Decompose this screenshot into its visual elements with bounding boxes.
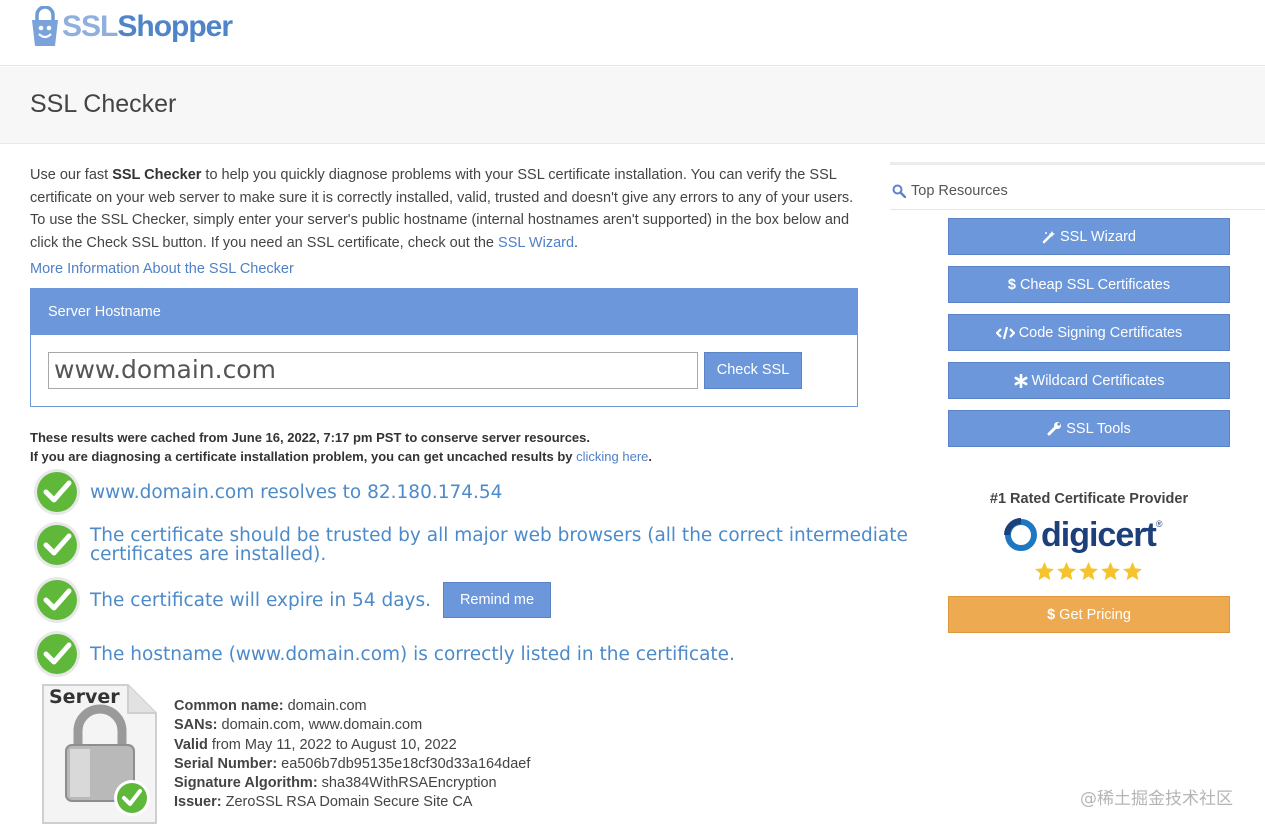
- sidebar-code-signing-label: Code Signing Certificates: [1018, 324, 1183, 341]
- star-icon: [1123, 562, 1142, 581]
- site-logo[interactable]: SSL Shopper: [30, 4, 233, 50]
- more-info-link[interactable]: More Information About the SSL Checker: [30, 261, 294, 277]
- signature-value: sha384WithRSAEncryption: [317, 775, 497, 792]
- check-ssl-button[interactable]: Check SSL: [704, 352, 802, 389]
- logo-shopper-text: Shopper: [117, 10, 233, 43]
- site-header: SSL Shopper: [0, 0, 1265, 66]
- green-check-icon: [34, 522, 80, 568]
- asterisk-icon: [1014, 373, 1028, 388]
- result-hostname-text: The hostname (www.domain.com) is correct…: [90, 643, 735, 665]
- cached-notice: These results were cached from June 16, …: [30, 428, 652, 466]
- server-certificate-image: Server: [40, 683, 158, 825]
- detail-serial: Serial Number: ea506b7db95135e18cf30d33a…: [174, 755, 530, 774]
- result-trusted-line-1: The certificate should be trusted by all…: [90, 525, 908, 546]
- top-resources-heading: Top Resources: [890, 165, 1265, 210]
- ssl-wizard-link[interactable]: SSL Wizard: [498, 235, 574, 251]
- certificate-details: Common name: domain.com SANs: domain.com…: [174, 697, 530, 813]
- common-name-label: Common name:: [174, 698, 284, 714]
- page-title: SSL Checker: [30, 90, 177, 118]
- shopping-bag-lock-icon: [32, 6, 58, 46]
- cached-line-2-prefix: If you are diagnosing a certificate inst…: [30, 449, 577, 464]
- issuer-value: ZeroSSL RSA Domain Secure Site CA: [221, 794, 473, 811]
- result-trusted-line-2: certificates are installed).: [90, 544, 327, 565]
- intro-text-3: .: [574, 234, 579, 251]
- common-name-value: domain.com: [283, 698, 367, 714]
- code-icon: [995, 326, 1015, 340]
- sidebar-ssl-wizard-button[interactable]: SSL Wizard: [948, 218, 1230, 255]
- issuer-label: Issuer:: [174, 794, 222, 811]
- valid-label: Valid: [174, 736, 208, 753]
- valid-value: from May 11, 2022 to August 10, 2022: [207, 736, 457, 753]
- star-icon: [1101, 562, 1120, 581]
- clicking-here-link[interactable]: clicking here: [576, 449, 648, 464]
- title-band: SSL Checker: [0, 67, 1265, 144]
- server-hostname-heading: Server Hostname: [31, 289, 857, 335]
- server-hostname-panel: Server Hostname www.domain.com Check SSL: [30, 288, 858, 407]
- wrench-icon: [1047, 421, 1062, 436]
- signature-label: Signature Algorithm:: [174, 775, 318, 792]
- result-row-trusted: The certificate should be trusted by all…: [32, 520, 908, 570]
- detail-sans: SANs: domain.com, www.domain.com: [174, 716, 530, 735]
- get-pricing-button[interactable]: $ Get Pricing: [948, 596, 1230, 633]
- sidebar-wildcard-label: Wildcard Certificates: [1031, 372, 1165, 389]
- detail-signature: Signature Algorithm: sha384WithRSAEncryp…: [174, 774, 530, 793]
- dollar-icon: $: [1007, 276, 1016, 293]
- digicert-registered-mark: ®: [1155, 519, 1163, 529]
- result-row-hostname: The hostname (www.domain.com) is correct…: [32, 629, 735, 679]
- digicert-mark-icon: [1004, 518, 1037, 551]
- star-icon: [1057, 562, 1076, 581]
- intro-text-1: Use our fast: [30, 167, 113, 183]
- remind-me-button[interactable]: Remind me: [443, 582, 552, 618]
- sidebar-ssl-tools-button[interactable]: SSL Tools: [948, 410, 1230, 447]
- search-icon: [892, 184, 906, 198]
- green-check-icon: [34, 577, 80, 623]
- intro-bold: SSL Checker: [112, 167, 202, 183]
- star-icon: [1035, 562, 1054, 581]
- sidebar-wildcard-button[interactable]: Wildcard Certificates: [948, 362, 1230, 399]
- rated-provider-heading: #1 Rated Certificate Provider: [989, 491, 1189, 507]
- logo-ssl-text: SSL: [62, 10, 118, 43]
- green-check-icon: [34, 631, 80, 677]
- rating-stars: [1034, 561, 1143, 582]
- get-pricing-label: Get Pricing: [1059, 606, 1131, 623]
- sidebar-ssl-tools-label: SSL Tools: [1066, 420, 1131, 437]
- sidebar-cheap-ssl-label: Cheap SSL Certificates: [1019, 276, 1171, 293]
- star-icon: [1079, 562, 1098, 581]
- intro-paragraph: Use our fast SSL Checker to help you qui…: [30, 164, 860, 254]
- dollar-icon: $: [1047, 606, 1056, 623]
- sidebar-code-signing-button[interactable]: Code Signing Certificates: [948, 314, 1230, 351]
- detail-issuer: Issuer: ZeroSSL RSA Domain Secure Site C…: [174, 793, 530, 812]
- watermark: @稀土掘金技术社区: [1080, 789, 1233, 809]
- result-expiry-text: The certificate will expire in 54 days.: [90, 589, 432, 611]
- result-trusted-text: The certificate should be trusted by all…: [90, 526, 908, 564]
- result-row-resolves: www.domain.com resolves to 82.180.174.54: [32, 467, 502, 517]
- digicert-logo[interactable]: digicert ®: [1003, 513, 1183, 557]
- detail-common-name: Common name: domain.com: [174, 697, 530, 716]
- cached-line-1: These results were cached from June 16, …: [30, 430, 590, 445]
- sans-label: SANs:: [174, 717, 218, 734]
- top-resources-label: Top Resources: [911, 182, 1008, 199]
- serial-value: ea506b7db95135e18cf30d33a164daef: [277, 755, 531, 772]
- result-row-expiry: The certificate will expire in 54 days. …: [32, 575, 552, 625]
- server-label: Server: [49, 686, 120, 708]
- serial-label: Serial Number:: [174, 755, 278, 772]
- sans-value: domain.com, www.domain.com: [217, 717, 423, 734]
- result-resolves-text: www.domain.com resolves to 82.180.174.54: [90, 481, 503, 503]
- detail-valid: Valid from May 11, 2022 to August 10, 20…: [174, 736, 530, 755]
- hostname-input[interactable]: www.domain.com: [48, 352, 698, 389]
- green-check-icon: [34, 469, 80, 515]
- cached-line-2-suffix: .: [648, 449, 653, 464]
- cached-line-2: If you are diagnosing a certificate inst…: [30, 447, 652, 466]
- digicert-wordmark: digicert: [1041, 515, 1157, 554]
- sidebar-cheap-ssl-button[interactable]: $ Cheap SSL Certificates: [948, 266, 1230, 303]
- sidebar-ssl-wizard-label: SSL Wizard: [1059, 228, 1136, 245]
- magic-wand-icon: [1042, 230, 1056, 244]
